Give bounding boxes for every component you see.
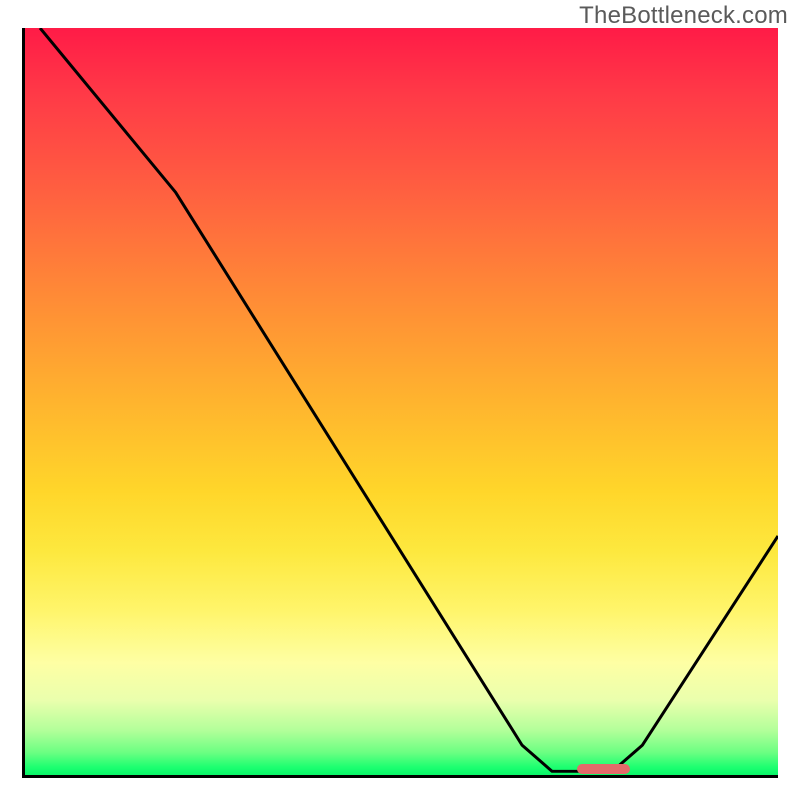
bottleneck-marker (577, 764, 630, 775)
chart-curve-svg (25, 28, 778, 775)
bottleneck-curve (40, 28, 778, 771)
chart-plot-area (22, 28, 778, 778)
watermark-text: TheBottleneck.com (579, 2, 788, 30)
